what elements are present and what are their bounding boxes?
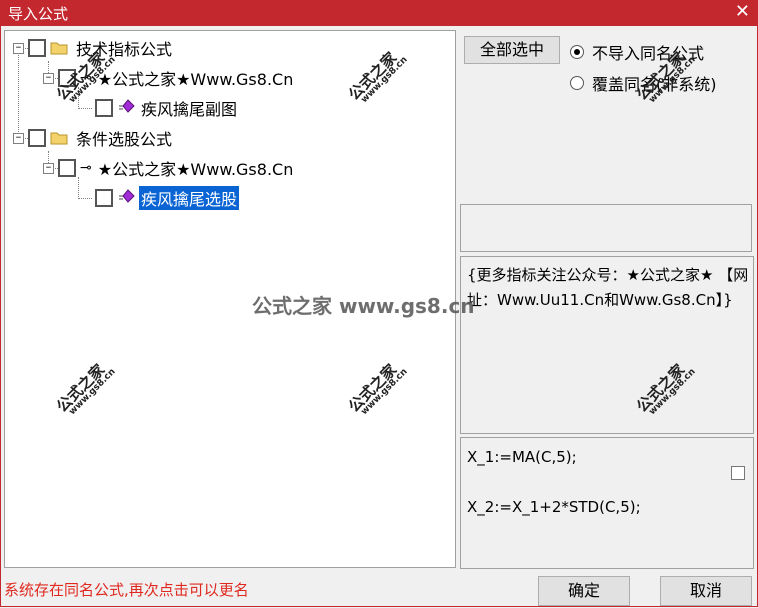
tree-subgroup-label: ★公式之家★Www.Gs8.Cn xyxy=(97,70,294,89)
status-message: 系统存在同名公式,再次点击可以更名 xyxy=(4,581,249,599)
close-icon[interactable]: ✕ xyxy=(735,1,750,22)
group-checkbox[interactable] xyxy=(28,129,46,147)
code-box[interactable]: X_1:=MA(C,5); X_2:=X_1+2*STD(C,5); xyxy=(460,437,754,569)
tree-leaf[interactable]: 疾风擒尾选股 xyxy=(95,186,240,210)
tree-group-technical[interactable]: − 技术指标公式 xyxy=(13,36,174,60)
tree-subgroup[interactable]: − ⊸ ★公式之家★Www.Gs8.Cn xyxy=(43,156,295,180)
radio-no-import-label: 不导入同名公式 xyxy=(592,44,705,63)
tree-connector xyxy=(18,48,19,138)
collapse-icon[interactable]: − xyxy=(13,132,24,144)
gem-icon xyxy=(117,189,135,207)
tree-group-label: 条件选股公式 xyxy=(76,130,173,149)
collapse-icon[interactable]: − xyxy=(43,72,54,84)
tree-leaf-label: 疾风擒尾副图 xyxy=(141,100,238,119)
radio-overwrite[interactable]: 覆盖同名(非系统) xyxy=(570,71,717,95)
tree-leaf-label-selected: 疾风擒尾选股 xyxy=(139,186,240,210)
code-line-2: X_2:=X_1+2*STD(C,5); xyxy=(467,498,641,516)
window-title: 导入公式 xyxy=(8,5,69,23)
tree-connector xyxy=(78,177,79,199)
tree-group-label: 技术指标公式 xyxy=(76,40,173,59)
tree-subgroup[interactable]: − ⊸ ★公式之家★Www.Gs8.Cn xyxy=(43,66,295,90)
cancel-button[interactable]: 取消 xyxy=(660,576,752,606)
tree-connector xyxy=(78,87,79,109)
key-icon: ⊸ xyxy=(80,70,92,86)
collapse-icon[interactable]: − xyxy=(43,162,54,174)
ok-button[interactable]: 确定 xyxy=(538,576,630,606)
note-text: {更多指标关注公众号：★公式之家★ 【网址：Www.Uu11.Cn和Www.Gs… xyxy=(467,266,749,309)
tree-leaf[interactable]: 疾风擒尾副图 xyxy=(95,96,239,120)
tree-subgroup-label: ★公式之家★Www.Gs8.Cn xyxy=(97,160,294,179)
tree-connector xyxy=(78,198,92,199)
leaf-checkbox[interactable] xyxy=(95,189,113,207)
code-checkbox[interactable] xyxy=(731,466,745,480)
group-checkbox[interactable] xyxy=(28,39,46,57)
leaf-checkbox[interactable] xyxy=(95,99,113,117)
note-box: {更多指标关注公众号：★公式之家★ 【网址：Www.Uu11.Cn和Www.Gs… xyxy=(460,256,754,434)
collapse-icon[interactable]: − xyxy=(13,42,24,54)
radio-no-import[interactable]: 不导入同名公式 xyxy=(570,40,704,64)
folder-icon xyxy=(50,131,68,145)
gem-icon xyxy=(117,99,135,117)
select-all-button[interactable]: 全部选中 xyxy=(464,36,560,64)
formula-tree[interactable]: − 技术指标公式 − ⊸ ★公式之家★Www.Gs8.Cn 疾风擒尾副图 − 条… xyxy=(4,30,456,568)
tree-connector xyxy=(78,108,92,109)
radio-overwrite-label: 覆盖同名(非系统) xyxy=(592,75,717,94)
key-icon: ⊸ xyxy=(80,160,92,176)
tree-group-screening[interactable]: − 条件选股公式 xyxy=(13,126,174,150)
code-line-1: X_1:=MA(C,5); xyxy=(467,448,577,466)
folder-icon xyxy=(50,41,68,55)
subgroup-checkbox[interactable] xyxy=(58,69,76,87)
subgroup-checkbox[interactable] xyxy=(58,159,76,177)
radio-overwrite-dot[interactable] xyxy=(570,76,584,90)
title-bar: 导入公式 ✕ xyxy=(0,0,758,26)
description-box xyxy=(460,204,752,252)
radio-no-import-dot[interactable] xyxy=(570,45,584,59)
